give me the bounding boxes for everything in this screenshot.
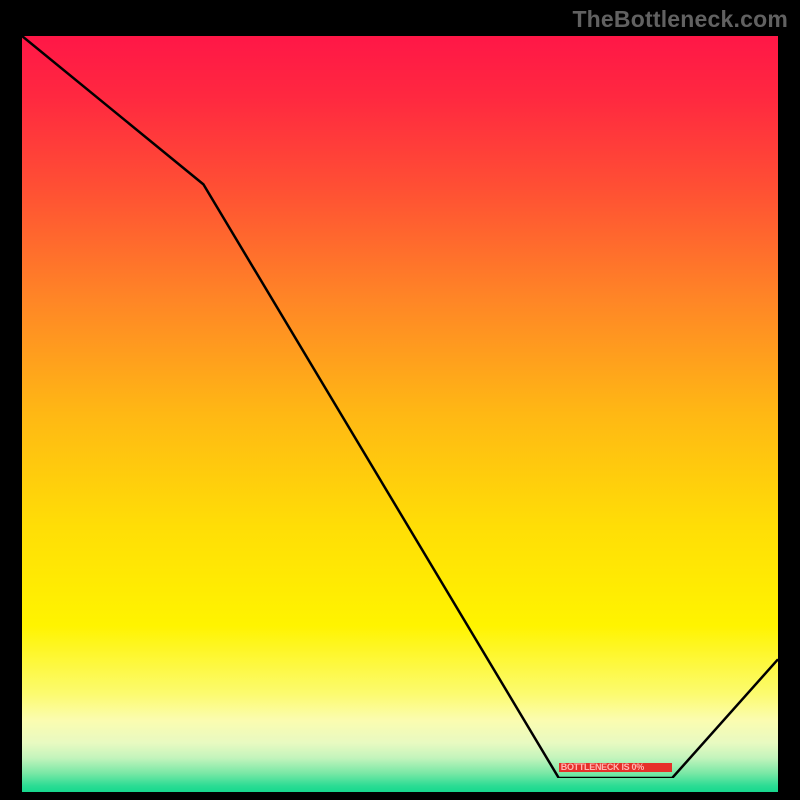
chart-frame: TheBottleneck.com BOTTLENECK IS 0% xyxy=(0,0,800,800)
plot-area: BOTTLENECK IS 0% xyxy=(22,36,778,778)
optimal-range-label: BOTTLENECK IS 0% xyxy=(559,763,672,772)
watermark-text: TheBottleneck.com xyxy=(572,6,788,33)
bottleneck-curve xyxy=(22,36,778,778)
